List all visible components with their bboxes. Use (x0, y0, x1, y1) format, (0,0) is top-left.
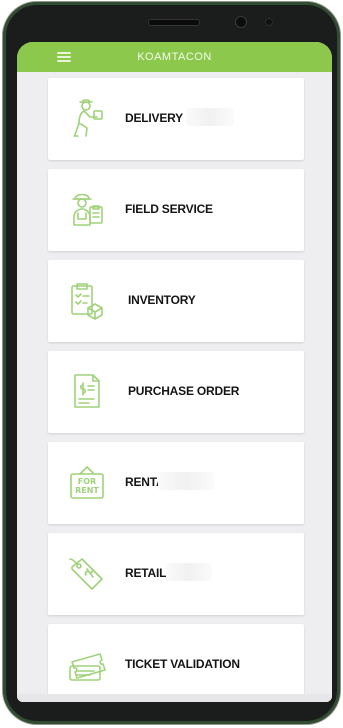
menu-item-delivery[interactable]: DELIVERY (48, 78, 304, 160)
menu-item-label: INVENTORY (128, 293, 196, 307)
ticket-icon (69, 653, 106, 681)
hamburger-menu-icon[interactable] (57, 52, 71, 62)
screen-bottom (17, 694, 332, 702)
menu-item-rental[interactable]: FOR RENT RENTAL (48, 442, 304, 524)
menu-item-retail[interactable]: RETAIL (48, 533, 304, 615)
field-service-worker-icon (72, 193, 103, 226)
for-rent-sign-icon: FOR RENT (70, 466, 104, 499)
menu-item-ticket-validation[interactable]: TICKET VALIDATION (48, 624, 304, 702)
price-tag-icon (69, 558, 103, 590)
delivery-person-icon (73, 99, 103, 137)
menu-item-purchase-order[interactable]: PURCHASE ORDER (48, 351, 304, 433)
menu-item-label: DELIVERY (125, 111, 183, 125)
menu-item-label: FIELD SERVICE (125, 202, 213, 216)
menu-item-label: RETAIL (125, 566, 167, 580)
app-bar: KOAMTACON (17, 42, 332, 72)
svg-text:RENT: RENT (75, 486, 99, 495)
svg-text:FOR: FOR (78, 477, 96, 486)
menu-item-field-service[interactable]: FIELD SERVICE (48, 169, 304, 251)
app-title: KOAMTACON (137, 51, 212, 63)
menu-item-inventory[interactable]: INVENTORY (48, 260, 304, 342)
phone-frame: KOAMTACON DELIVERY FIELD SERVICE INVENTO… (3, 2, 340, 724)
menu-item-label: PURCHASE ORDER (128, 384, 240, 398)
inventory-clipboard-icon (71, 283, 103, 320)
front-camera (235, 16, 247, 28)
app-screen: KOAMTACON DELIVERY FIELD SERVICE INVENTO… (17, 42, 332, 702)
menu-item-label: TICKET VALIDATION (125, 657, 240, 671)
earpiece-speaker (148, 19, 200, 26)
proximity-sensor (265, 18, 273, 26)
purchase-order-document-icon (74, 374, 100, 408)
